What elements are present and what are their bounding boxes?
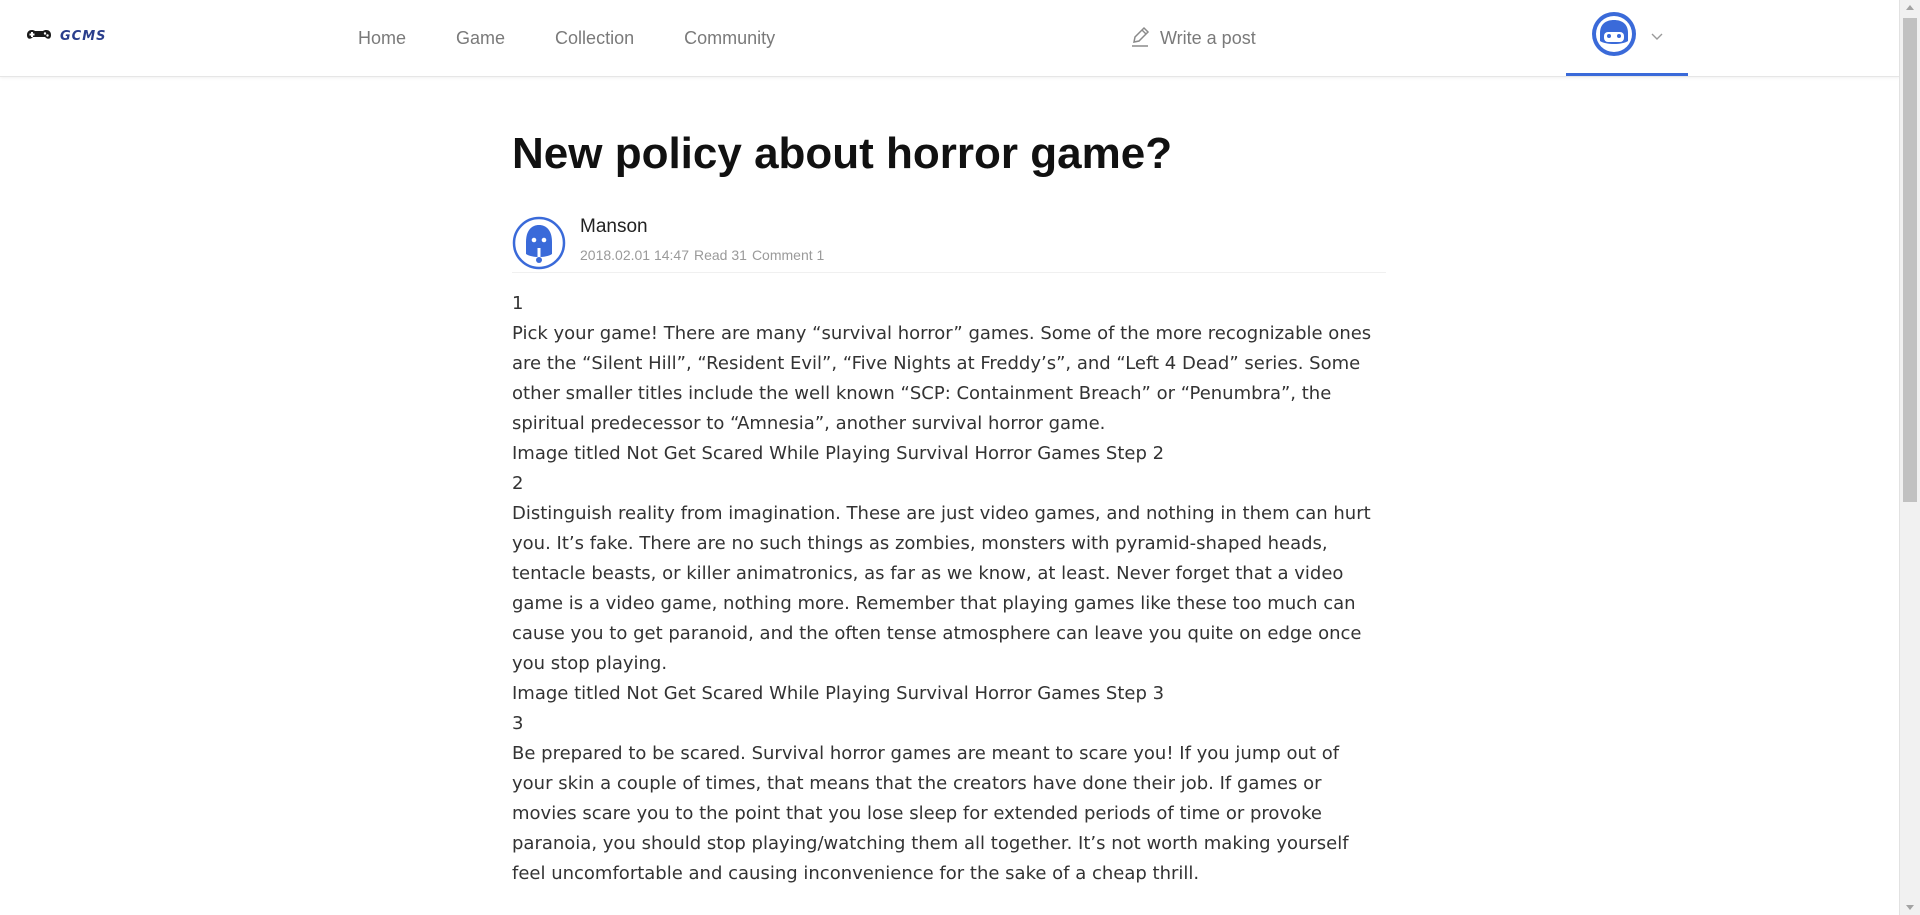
image-caption: Image titled Not Get Scared While Playin…	[512, 443, 1165, 464]
gamepad-icon	[24, 26, 54, 47]
post-meta: 2018.02.01 14:47 Read 31 Comment 1	[580, 247, 829, 263]
top-header: GCMS Home Game Collection Community Writ…	[0, 0, 1900, 77]
robot-avatar-icon	[1591, 11, 1637, 62]
page: GCMS Home Game Collection Community Writ…	[0, 0, 1920, 915]
step-number: 1	[512, 293, 524, 314]
site-logo[interactable]: GCMS	[24, 26, 107, 47]
comment-count: Comment 1	[751, 247, 825, 263]
nav-community[interactable]: Community	[684, 28, 775, 49]
nav-collection[interactable]: Collection	[555, 28, 634, 49]
user-menu[interactable]	[1566, 0, 1688, 76]
scrollbar-thumb[interactable]	[1903, 18, 1917, 502]
vertical-scrollbar[interactable]	[1899, 0, 1920, 915]
paragraph: Pick your game! There are many “survival…	[512, 323, 1372, 434]
logo-text: GCMS	[60, 29, 107, 44]
scroll-up-arrow-icon[interactable]	[1906, 5, 1914, 10]
article-title: New policy about horror game?	[512, 129, 1173, 178]
main-nav: Home Game Collection Community	[358, 0, 825, 76]
author-block: Manson 2018.02.01 14:47 Read 31 Comment 1	[512, 216, 1386, 273]
image-caption: Image titled Not Get Scared While Playin…	[512, 683, 1165, 704]
paragraph: Be prepared to be scared. Survival horro…	[512, 743, 1349, 884]
post-date: 2018.02.01 14:47	[580, 247, 689, 263]
chevron-down-icon	[1651, 28, 1663, 46]
step-number: 2	[512, 473, 524, 494]
nav-home[interactable]: Home	[358, 28, 406, 49]
scroll-down-arrow-icon[interactable]	[1906, 905, 1914, 910]
author-avatar-icon[interactable]	[512, 216, 566, 275]
step-number: 3	[512, 713, 524, 734]
pencil-icon	[1130, 25, 1150, 52]
read-count: Read 31	[694, 247, 747, 263]
write-post-button[interactable]: Write a post	[1130, 0, 1256, 76]
write-post-label: Write a post	[1160, 27, 1256, 48]
author-name[interactable]: Manson	[580, 216, 648, 238]
nav-game[interactable]: Game	[456, 28, 505, 49]
article: New policy about horror game? Manson 201…	[512, 124, 1392, 889]
article-body: 1 Pick your game! There are many “surviv…	[512, 289, 1372, 889]
paragraph: Distinguish reality from imagination. Th…	[512, 503, 1371, 674]
